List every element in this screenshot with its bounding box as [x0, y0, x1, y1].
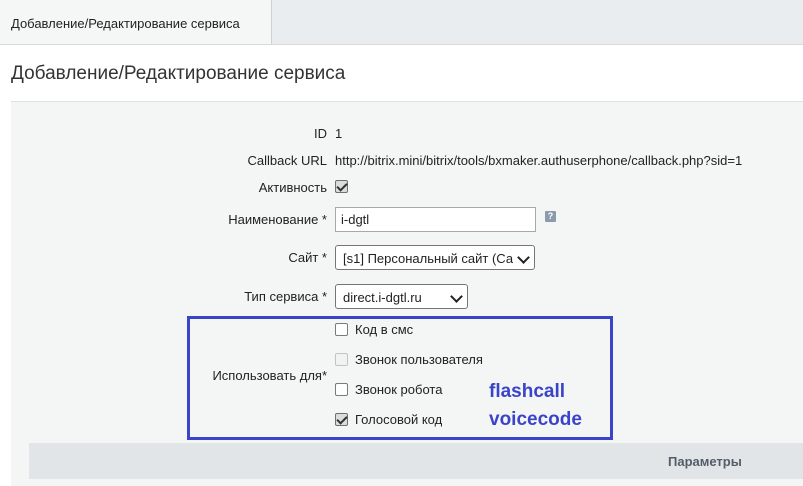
annotation-flashcall: flashcall: [489, 381, 566, 402]
tab-bar: Добавление/Редактирование сервиса: [0, 0, 803, 45]
site-select[interactable]: [s1] Персональный сайт (Са: [335, 245, 535, 270]
page-title: Добавление/Редактирование сервиса: [11, 63, 346, 84]
params-label: Параметры: [668, 454, 742, 469]
callback-url-label: Callback URL: [247, 153, 327, 168]
tab-label: Добавление/Редактирование сервиса: [11, 16, 240, 31]
service-type-select-value: direct.i-dgtl.ru: [343, 290, 422, 305]
help-icon[interactable]: ?: [545, 211, 556, 222]
site-label: Сайт *: [288, 250, 327, 265]
name-input[interactable]: [335, 207, 536, 232]
annotation-voicecode: voicecode: [489, 409, 582, 430]
id-value: 1: [335, 126, 343, 141]
chevron-down-icon: [450, 290, 463, 303]
id-label: ID: [314, 126, 327, 141]
callback-url-value: http://bitrix.mini/bitrix/tools/bxmaker.…: [335, 153, 743, 168]
active-checkbox[interactable]: [335, 180, 348, 193]
chevron-down-icon: [517, 251, 530, 264]
site-select-value: [s1] Персональный сайт (Са: [343, 251, 513, 266]
tab-edit-service[interactable]: Добавление/Редактирование сервиса: [0, 0, 272, 44]
name-label: Наименование *: [228, 212, 327, 227]
service-type-label: Тип сервиса *: [244, 289, 327, 304]
active-label: Активность: [258, 180, 327, 195]
service-type-select[interactable]: direct.i-dgtl.ru: [335, 284, 468, 309]
params-section-header[interactable]: Параметры: [29, 443, 803, 479]
